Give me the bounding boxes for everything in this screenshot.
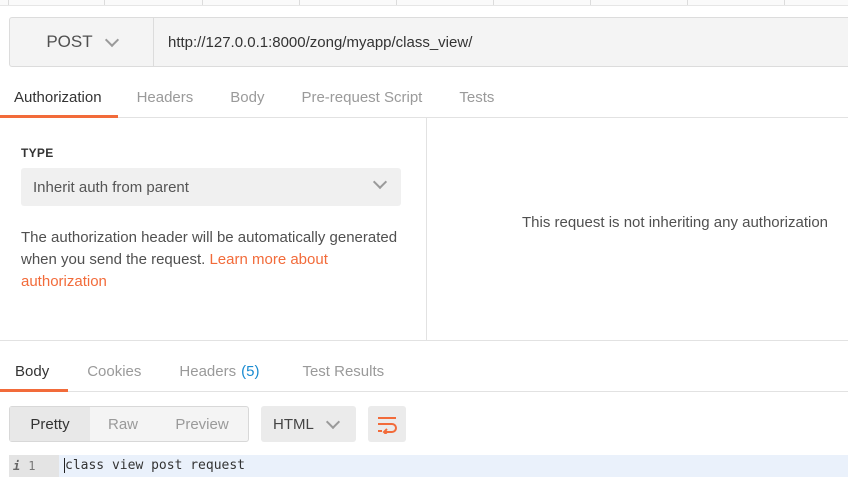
headers-count-badge: (5)	[241, 363, 260, 380]
view-mode-toggle: Pretty Raw Preview	[9, 406, 249, 442]
wrap-lines-icon	[378, 417, 397, 434]
code-line: class view post request	[65, 458, 246, 473]
chevron-down-icon	[325, 414, 340, 429]
tab-response-body[interactable]: Body	[0, 352, 69, 392]
tab-tests[interactable]: Tests	[459, 78, 494, 117]
tab-test-results[interactable]: Test Results	[302, 352, 384, 391]
tab-label: Pre-request Script	[301, 89, 423, 106]
tab-response-headers[interactable]: Headers (5)	[179, 352, 259, 391]
tab-label: Authorization	[14, 89, 102, 106]
tab-label: Headers	[179, 363, 237, 380]
request-url-bar: POST http://127.0.0.1:8000/zong/myapp/cl…	[9, 17, 848, 67]
request-tabs: Authorization Headers Body Pre-request S…	[0, 78, 848, 118]
editor-gutter: i 1	[9, 455, 59, 477]
format-label: HTML	[273, 415, 314, 433]
format-select[interactable]: HTML	[261, 406, 356, 442]
auth-type-label: TYPE	[21, 146, 54, 160]
tab-body[interactable]: Body	[230, 78, 264, 117]
auth-type-value: Inherit auth from parent	[33, 178, 189, 196]
response-tabs: Body Cookies Headers (5) Test Results	[0, 352, 848, 392]
tab-label: Tests	[459, 89, 495, 106]
method-label: POST	[46, 32, 93, 51]
line-number: 1	[28, 459, 36, 473]
tab-headers[interactable]: Headers	[121, 78, 194, 117]
url-input[interactable]: http://127.0.0.1:8000/zong/myapp/class_v…	[154, 18, 848, 66]
raw-button[interactable]: Raw	[90, 407, 156, 441]
auth-description: The authorization header will be automat…	[21, 227, 401, 293]
wrap-lines-button[interactable]	[368, 406, 406, 442]
tab-label: Body	[15, 363, 50, 380]
chevron-down-icon	[104, 32, 119, 47]
tab-label: Cookies	[87, 363, 142, 380]
info-icon: i	[13, 459, 21, 473]
pretty-button[interactable]: Pretty	[10, 407, 90, 441]
chevron-down-icon	[372, 174, 388, 190]
auth-type-select[interactable]: Inherit auth from parent	[21, 168, 401, 206]
tab-label: Test Results	[302, 363, 385, 380]
tab-cookies[interactable]: Cookies	[87, 352, 141, 391]
window-top-strip	[0, 0, 848, 6]
tab-pre-request-script[interactable]: Pre-request Script	[301, 78, 422, 117]
section-divider	[0, 340, 848, 341]
auth-inherit-message: This request is not inheriting any autho…	[522, 214, 829, 231]
response-body-editor[interactable]: i 1 class view post request	[9, 455, 848, 483]
tab-authorization[interactable]: Authorization	[0, 78, 118, 118]
preview-button[interactable]: Preview	[156, 407, 248, 441]
tab-label: Body	[230, 89, 265, 106]
method-select[interactable]: POST	[10, 18, 154, 66]
tab-label: Headers	[136, 89, 194, 106]
